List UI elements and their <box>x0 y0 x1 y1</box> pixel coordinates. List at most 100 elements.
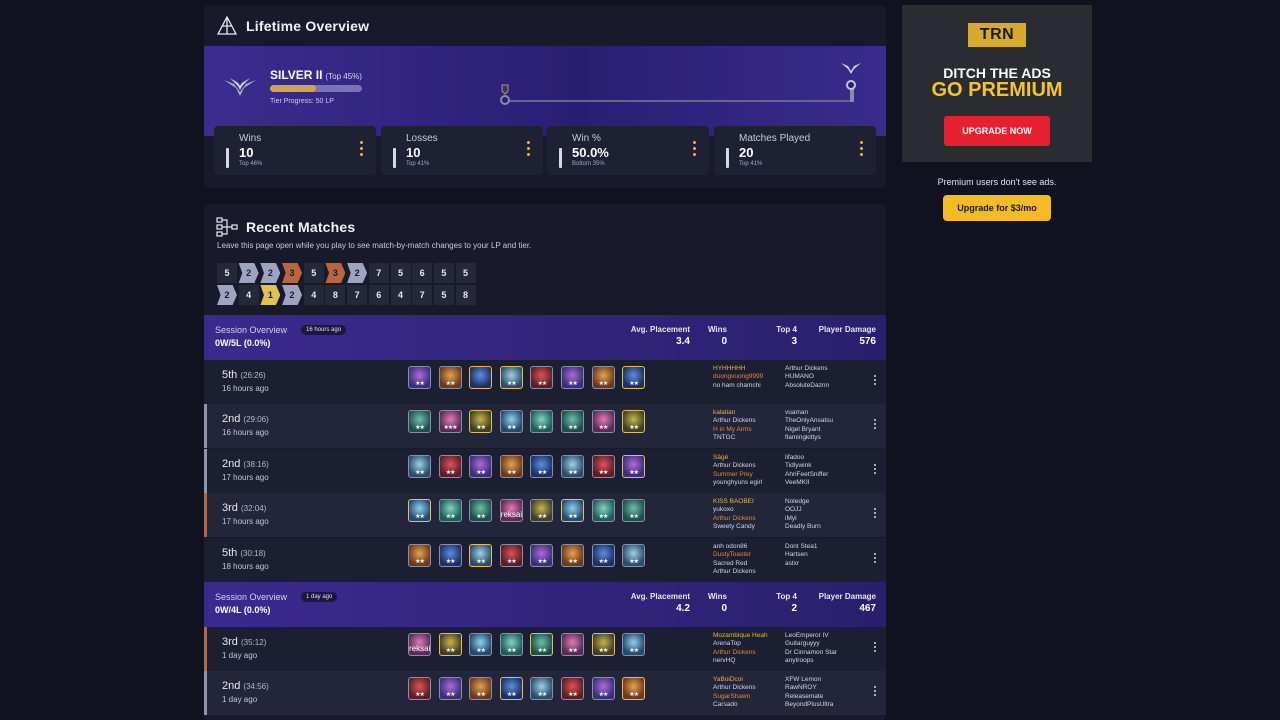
champion-unit-icon[interactable]: ★★ <box>560 633 584 656</box>
champion-unit-icon[interactable]: ★★ <box>530 410 554 433</box>
champion-unit-icon[interactable]: ★★ <box>591 366 615 389</box>
lobby-player-name[interactable]: BeyondPlusUltra <box>785 701 875 709</box>
champion-unit-icon[interactable]: ★★ <box>499 633 523 656</box>
stat-menu-icon[interactable] <box>527 141 531 159</box>
placement-chip[interactable]: 2 <box>238 263 259 283</box>
champion-unit-icon[interactable]: ★★ <box>499 366 523 389</box>
lobby-player-name[interactable]: Releasemate <box>785 693 875 701</box>
champion-unit-icon[interactable]: ★★ <box>560 366 584 389</box>
match-row[interactable]: 3rd (32:04) 17 hours ago ★★ ★★ ★★ reksai ★★ ★★ ★… <box>204 493 886 537</box>
champion-unit-icon[interactable]: ★★ <box>499 544 523 567</box>
lobby-player-name[interactable]: XFW Lemon <box>785 676 875 684</box>
placement-chip[interactable]: 6 <box>368 285 389 305</box>
champion-unit-icon[interactable]: ★★ <box>560 544 584 567</box>
champion-unit-icon[interactable]: ★★ <box>530 499 554 522</box>
champion-unit-icon[interactable]: ★★ <box>438 499 462 522</box>
lobby-player-name[interactable]: iMyl <box>785 515 875 523</box>
lobby-player-name[interactable]: VeeMKII <box>785 479 875 487</box>
champion-unit-icon[interactable]: ★★ <box>408 366 431 389</box>
champion-unit-icon[interactable]: ★★ <box>622 455 646 478</box>
match-menu-icon[interactable] <box>874 508 876 520</box>
champion-unit-icon[interactable]: ★★ <box>622 677 646 700</box>
placement-chip[interactable]: 4 <box>238 285 259 305</box>
champion-unit-icon[interactable]: ★★ <box>408 677 431 700</box>
match-row[interactable]: 3rd (35:12) 1 day ago reksai ★★ ★★ ★★ ★★ ★★ ★★ ★★… <box>204 627 886 671</box>
lobby-player-name[interactable]: astxr <box>785 560 875 568</box>
match-row[interactable]: 2nd (38:16) 17 hours ago ★★ ★★ ★★ ★★ ★★ ★★ ★★ ★★ S… <box>204 449 886 493</box>
placement-chip[interactable]: 6 <box>412 263 433 283</box>
champion-unit-icon[interactable]: ★★ <box>438 366 462 389</box>
champion-unit-icon[interactable]: ★★ <box>622 633 646 656</box>
match-row[interactable]: 2nd (29:06) 16 hours ago ★★ ★★★ ★★ ★★ ★★ ★★ ★★ ★★… <box>204 404 886 448</box>
champion-unit-icon[interactable]: ★★ <box>499 410 523 433</box>
champion-unit-icon[interactable]: ★★ <box>560 499 584 522</box>
lobby-player-name[interactable]: TheOnlyAnsatsu <box>785 417 875 425</box>
lobby-player-name[interactable]: AhriFeetSniffer <box>785 471 875 479</box>
placement-chip[interactable]: 2 <box>282 285 303 305</box>
champion-unit-icon[interactable]: ★★ <box>622 366 646 389</box>
lobby-player-name[interactable]: Guitarguyyy <box>785 640 875 648</box>
champion-unit-icon[interactable]: ★★ <box>408 455 431 478</box>
champion-unit-icon[interactable] <box>469 366 493 389</box>
upgrade-premium-button[interactable]: Upgrade for $3/mo <box>943 195 1051 221</box>
champion-unit-icon[interactable]: ★★ <box>622 499 646 522</box>
lobby-player-name[interactable]: RawNROY <box>785 684 875 692</box>
placement-chip[interactable]: 5 <box>390 263 411 283</box>
placement-chip[interactable]: 5 <box>433 263 454 283</box>
match-menu-icon[interactable] <box>874 419 876 431</box>
champion-unit-icon[interactable]: ★★ <box>560 455 584 478</box>
champion-unit-icon[interactable]: ★★ <box>408 544 431 567</box>
champion-unit-icon[interactable]: ★★ <box>560 410 584 433</box>
lobby-player-name[interactable]: Dont Stea1 <box>785 543 875 551</box>
placement-chip[interactable]: 5 <box>455 263 476 283</box>
lobby-player-name[interactable]: vuaman <box>785 409 875 417</box>
stat-menu-icon[interactable] <box>360 141 364 159</box>
stat-menu-icon[interactable] <box>693 141 697 159</box>
lobby-player-name[interactable]: LeoEmperor IV <box>785 632 875 640</box>
champion-unit-icon[interactable]: ★★★ <box>438 410 462 433</box>
champion-unit-icon[interactable]: reksai <box>499 499 523 522</box>
lobby-player-name[interactable]: Tidlywink <box>785 462 875 470</box>
champion-unit-icon[interactable]: ★★ <box>591 544 615 567</box>
champion-unit-icon[interactable]: ★★ <box>591 499 615 522</box>
champion-unit-icon[interactable]: ★★ <box>438 633 462 656</box>
champion-unit-icon[interactable]: ★★ <box>591 677 615 700</box>
lobby-player-name[interactable]: Arthur Dickens <box>713 568 803 576</box>
lobby-player-name[interactable]: Nigel Bryant <box>785 426 875 434</box>
match-menu-icon[interactable] <box>874 642 876 654</box>
champion-unit-icon[interactable]: ★★ <box>499 677 523 700</box>
champion-unit-icon[interactable]: ★★ <box>622 544 646 567</box>
placement-chip[interactable]: 3 <box>282 263 303 283</box>
lobby-player-name[interactable]: Hartsen <box>785 551 875 559</box>
champion-unit-icon[interactable]: ★★ <box>408 499 431 522</box>
premium-ad[interactable]: TRN DITCH THE ADS GO PREMIUM UPGRADE NOW <box>902 5 1092 162</box>
champion-unit-icon[interactable]: ★★ <box>408 410 431 433</box>
champion-unit-icon[interactable]: ★★ <box>530 366 554 389</box>
lobby-player-name[interactable]: Dr Cinnamon Star <box>785 649 875 657</box>
upgrade-now-button[interactable]: UPGRADE NOW <box>944 116 1050 146</box>
lobby-player-name[interactable]: Deadly Burn <box>785 523 875 531</box>
match-row[interactable]: 5th (26:26) 16 hours ago ★★ ★★ ★★ ★★ ★★ ★★ ★★ HYH… <box>204 360 886 404</box>
champion-unit-icon[interactable]: ★★ <box>469 499 493 522</box>
champion-unit-icon[interactable]: ★★ <box>530 677 554 700</box>
match-menu-icon[interactable] <box>874 375 876 387</box>
lobby-player-name[interactable]: lifadoo <box>785 454 875 462</box>
placement-chip[interactable]: 2 <box>347 263 368 283</box>
champion-unit-icon[interactable]: reksai <box>408 633 431 656</box>
placement-chip[interactable]: 5 <box>433 285 454 305</box>
lobby-player-name[interactable]: anytroops <box>785 657 875 665</box>
champion-unit-icon[interactable]: ★★ <box>469 455 493 478</box>
champion-unit-icon[interactable]: ★★ <box>530 633 554 656</box>
match-row[interactable]: 2nd (34:56) 1 day ago ★★ ★★ ★★ ★★ ★★ ★★ ★★ ★★ YaBo… <box>204 671 886 715</box>
champion-unit-icon[interactable]: ★★ <box>530 455 554 478</box>
champion-unit-icon[interactable]: ★★ <box>438 455 462 478</box>
placement-chip[interactable]: 5 <box>217 263 237 283</box>
placement-chip[interactable]: 8 <box>325 285 346 305</box>
placement-chip[interactable]: 5 <box>303 263 324 283</box>
placement-chip[interactable]: 7 <box>368 263 389 283</box>
champion-unit-icon[interactable]: ★★ <box>560 677 584 700</box>
champion-unit-icon[interactable]: ★★ <box>499 455 523 478</box>
champion-unit-icon[interactable]: ★★ <box>591 455 615 478</box>
match-menu-icon[interactable] <box>874 464 876 476</box>
match-menu-icon[interactable] <box>874 553 876 565</box>
